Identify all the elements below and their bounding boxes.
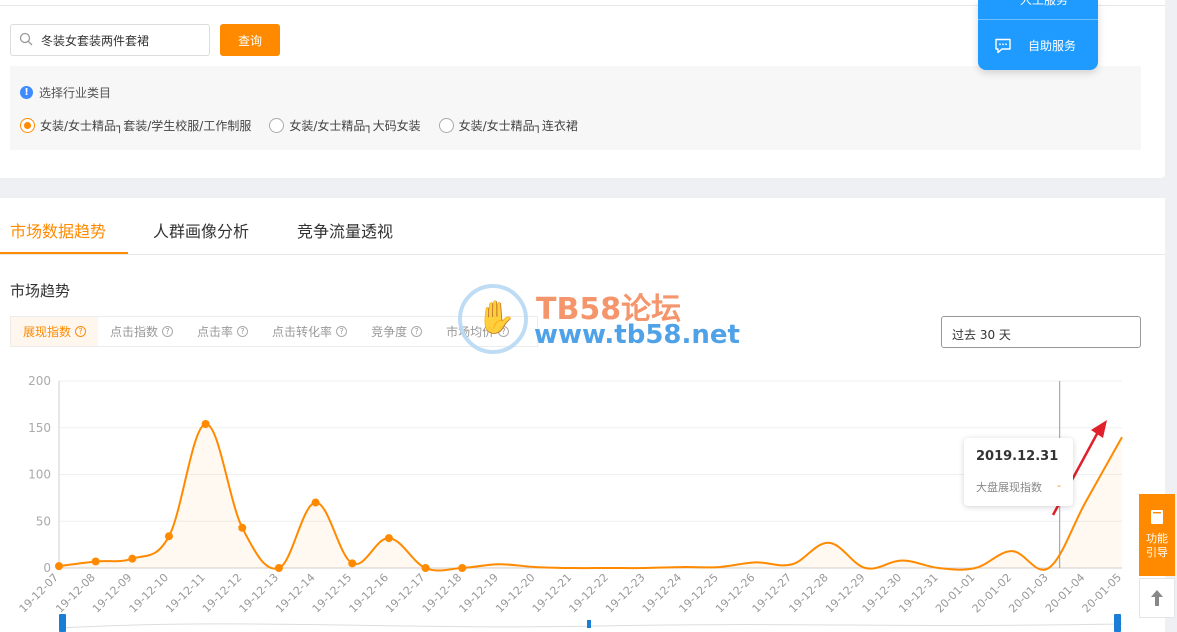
- metric-tab-click[interactable]: 点击指数?: [98, 317, 185, 346]
- hand-icon: ✋: [476, 298, 516, 336]
- tab-bar: 市场数据趋势 人群画像分析 竞争流量透视: [0, 198, 1165, 255]
- feature-guide-button[interactable]: 功能 引导: [1139, 494, 1175, 576]
- metric-label: 点击转化率: [272, 325, 333, 339]
- data-point: [91, 557, 100, 566]
- tab-market-trend[interactable]: 市场数据趋势: [10, 218, 106, 242]
- tab-competition-flow[interactable]: 竞争流量透视: [297, 218, 393, 242]
- zoom-handle-left[interactable]: [59, 614, 66, 632]
- feature-guide-label-1: 功能: [1146, 532, 1168, 545]
- search-box[interactable]: [10, 24, 210, 56]
- data-point: [384, 534, 393, 543]
- query-button[interactable]: 查询: [220, 24, 280, 56]
- industry-option-label: 女装/女士精品┐套装/学生校服/工作制服: [40, 119, 252, 133]
- info-icon: !: [20, 86, 33, 99]
- manual-service-item[interactable]: 人工服务: [978, 0, 1098, 20]
- data-point: [238, 523, 247, 532]
- help-icon[interactable]: ?: [237, 326, 249, 337]
- help-icon[interactable]: ?: [411, 326, 423, 337]
- feature-guide-label-2: 引导: [1146, 546, 1168, 559]
- metric-tab-impression[interactable]: 展现指数?: [11, 317, 99, 346]
- industry-option-1[interactable]: 女装/女士精品┐大码女装: [269, 117, 421, 134]
- industry-option-label: 女装/女士精品┐连衣裙: [458, 119, 578, 133]
- industry-option-label: 女装/女士精品┐大码女装: [289, 119, 421, 133]
- tooltip-label: 大盘展现指数: [976, 481, 1042, 494]
- data-point: [311, 498, 320, 507]
- tooltip-value: -: [1057, 479, 1061, 492]
- industry-title-label: 选择行业类目: [39, 86, 112, 100]
- metric-tab-conversion[interactable]: 点击转化率?: [260, 317, 359, 346]
- industry-title: ! 选择行业类目: [20, 84, 111, 101]
- industry-option-2[interactable]: 女装/女士精品┐连衣裙: [438, 117, 578, 134]
- arrow-up-icon: [1151, 590, 1163, 606]
- section-title: 市场趋势: [10, 282, 71, 300]
- y-tick-label: 100: [28, 468, 51, 482]
- data-point: [201, 420, 210, 429]
- tooltip-date: 2019.12.31: [976, 449, 1059, 464]
- data-point: [274, 564, 283, 572]
- y-tick-label: 200: [28, 374, 51, 388]
- tab-crowd-profile[interactable]: 人群画像分析: [153, 218, 249, 242]
- metric-label: 点击率: [197, 325, 234, 339]
- chart-tooltip: 2019.12.31 大盘展现指数 -: [964, 438, 1073, 506]
- self-service-item[interactable]: 自助服务: [978, 21, 1098, 70]
- document-icon: [1151, 510, 1163, 524]
- radio-button[interactable]: [438, 118, 454, 133]
- date-range-select[interactable]: 过去 30 天: [941, 316, 1141, 348]
- manual-service-label: 人工服务: [1020, 0, 1069, 7]
- data-point: [348, 559, 357, 568]
- help-icon[interactable]: ?: [162, 326, 174, 337]
- service-panel: 人工服务 自助服务: [978, 0, 1098, 70]
- industry-option-0[interactable]: 女装/女士精品┐套装/学生校服/工作制服: [20, 117, 251, 134]
- search-icon: [19, 32, 33, 46]
- data-point: [421, 564, 430, 572]
- industry-radio-group: 女装/女士精品┐套装/学生校服/工作制服 女装/女士精品┐大码女装 女装/女士精…: [20, 117, 596, 134]
- data-point: [128, 554, 137, 563]
- y-tick-label: 150: [28, 421, 51, 435]
- data-point: [164, 532, 173, 541]
- radio-button[interactable]: [269, 118, 285, 133]
- search-input[interactable]: [41, 29, 201, 51]
- x-tick-label: 20-01-05: [1080, 571, 1125, 616]
- chat-bubble-icon: [995, 38, 1011, 53]
- active-tab-indicator: [0, 252, 128, 254]
- metric-tab-competition[interactable]: 竞争度?: [359, 317, 434, 346]
- red-arrow-head: [1091, 420, 1107, 438]
- zoom-handle-right[interactable]: [1114, 614, 1121, 632]
- metric-label: 竞争度: [371, 325, 408, 339]
- metric-label: 点击指数: [110, 325, 159, 339]
- data-point: [458, 564, 467, 572]
- zoom-drag-grip[interactable]: [587, 620, 591, 628]
- help-icon[interactable]: ?: [75, 326, 87, 337]
- watermark-url: www.tb58.net: [534, 320, 740, 350]
- industry-panel: ! 选择行业类目 女装/女士精品┐套装/学生校服/工作制服 女装/女士精品┐大码…: [10, 66, 1141, 150]
- y-tick-label: 50: [36, 514, 51, 528]
- metric-label: 展现指数: [23, 325, 72, 339]
- data-point: [55, 562, 63, 571]
- metric-tab-ctr[interactable]: 点击率?: [185, 317, 260, 346]
- self-service-label: 自助服务: [1028, 39, 1077, 53]
- watermark: ✋ TB58论坛 www.tb58.net: [458, 284, 740, 354]
- back-to-top-button[interactable]: [1139, 578, 1175, 618]
- help-icon[interactable]: ?: [336, 326, 348, 337]
- radio-button[interactable]: [20, 118, 35, 133]
